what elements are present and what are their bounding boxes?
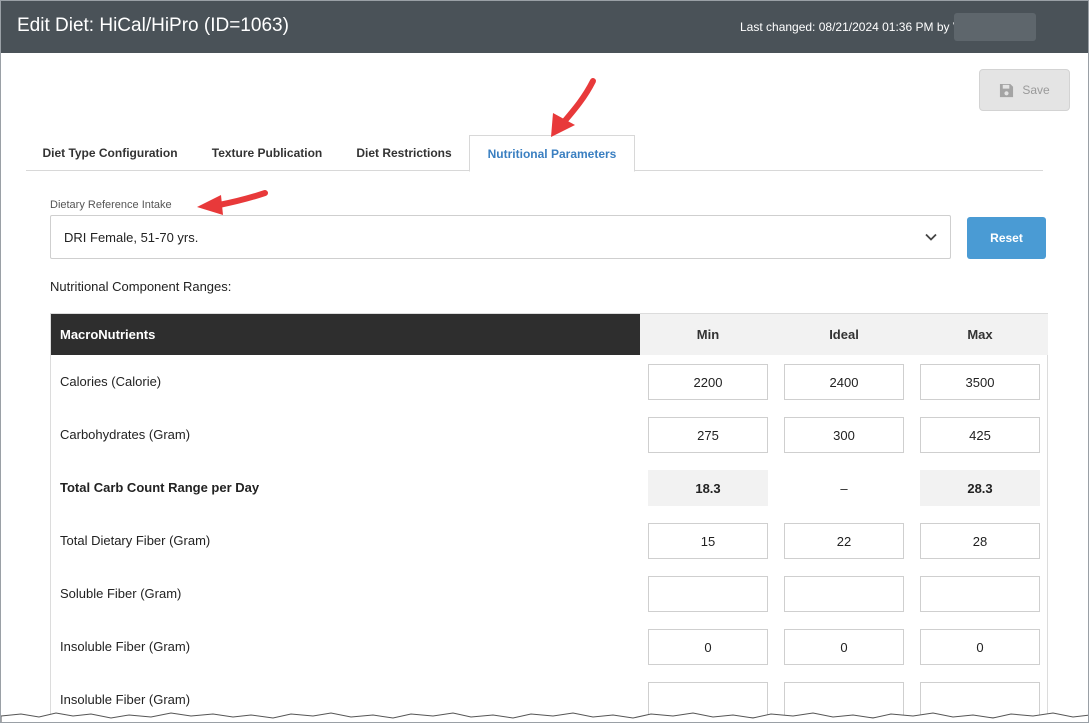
- min-input[interactable]: [648, 576, 768, 612]
- reset-button[interactable]: Reset: [967, 217, 1046, 259]
- column-header-max: Max: [967, 327, 993, 342]
- ranges-heading: Nutritional Component Ranges:: [50, 279, 232, 294]
- table-row: Total Carb Count Range per Day 18.3 – 28…: [51, 461, 1047, 514]
- red-arrow-icon: [551, 78, 596, 137]
- table-row: Total Dietary Fiber (Gram) 15 22 28: [51, 514, 1047, 567]
- column-header-min: Min: [696, 327, 720, 342]
- min-input[interactable]: 275: [648, 417, 768, 453]
- table-column-headers: Min Ideal Max: [640, 314, 1048, 355]
- max-input[interactable]: 3500: [920, 364, 1040, 400]
- tab-label: Texture Publication: [211, 146, 323, 160]
- ideal-input[interactable]: 300: [784, 417, 904, 453]
- tab-bar: Diet Type Configuration Texture Publicat…: [26, 135, 1043, 172]
- table-row: Carbohydrates (Gram) 275 300 425: [51, 408, 1047, 461]
- dri-select[interactable]: DRI Female, 51-70 yrs.: [50, 215, 951, 259]
- min-input[interactable]: 2200: [648, 364, 768, 400]
- row-label: Total Dietary Fiber (Gram): [60, 533, 211, 548]
- row-label: Soluble Fiber (Gram): [60, 586, 182, 601]
- tab-texture-publication[interactable]: Texture Publication: [202, 135, 332, 171]
- page-title: Edit Diet: HiCal/HiPro (ID=1063): [17, 15, 289, 36]
- tab-diet-type-configuration[interactable]: Diet Type Configuration: [26, 135, 194, 171]
- row-label: Carbohydrates (Gram): [60, 427, 191, 442]
- page-header: Edit Diet: HiCal/HiPro (ID=1063) Last ch…: [1, 1, 1088, 53]
- ideal-input[interactable]: 0: [784, 629, 904, 665]
- nutrient-table: MacroNutrients Min Ideal Max Calories (C…: [50, 313, 1048, 722]
- ideal-input[interactable]: [784, 576, 904, 612]
- table-row: Calories (Calorie) 2200 2400 3500: [51, 355, 1047, 408]
- dri-field-label: Dietary Reference Intake: [50, 199, 172, 211]
- row-label: Calories (Calorie): [60, 374, 162, 389]
- redacted-user-name: [954, 13, 1036, 41]
- torn-edge: [1, 712, 1088, 722]
- ideal-input[interactable]: 22: [784, 523, 904, 559]
- save-button-label: Save: [1022, 83, 1050, 97]
- row-label: Insoluble Fiber (Gram): [60, 639, 191, 654]
- max-input[interactable]: [920, 576, 1040, 612]
- row-label: Total Carb Count Range per Day: [60, 480, 260, 495]
- dri-selected-value: DRI Female, 51-70 yrs.: [64, 229, 199, 245]
- tab-label: Diet Type Configuration: [42, 146, 178, 160]
- last-changed-text: Last changed: 08/21/2024 01:36 PM by V: [740, 20, 961, 34]
- tab-diet-restrictions[interactable]: Diet Restrictions: [344, 135, 464, 171]
- red-arrow-icon: [197, 190, 268, 215]
- min-readonly-value: 18.3: [648, 470, 768, 506]
- chevron-down-icon: [925, 233, 937, 241]
- max-input[interactable]: 0: [920, 629, 1040, 665]
- max-input[interactable]: 28: [920, 523, 1040, 559]
- floppy-disk-icon: [1000, 83, 1014, 97]
- column-header-ideal: Ideal: [829, 327, 859, 342]
- tab-label: Diet Restrictions: [356, 146, 452, 160]
- table-row: Insoluble Fiber (Gram) 0 0 0: [51, 620, 1047, 673]
- save-button[interactable]: Save: [979, 69, 1070, 111]
- max-readonly-value: 28.3: [920, 470, 1040, 506]
- reset-button-label: Reset: [990, 231, 1023, 245]
- ideal-input[interactable]: 2400: [784, 364, 904, 400]
- max-input[interactable]: 425: [920, 417, 1040, 453]
- min-input[interactable]: 0: [648, 629, 768, 665]
- min-input[interactable]: 15: [648, 523, 768, 559]
- app-window: Edit Diet: HiCal/HiPro (ID=1063) Last ch…: [0, 0, 1089, 723]
- ideal-readonly-value: –: [840, 480, 848, 496]
- tab-label: Nutritional Parameters: [487, 146, 617, 161]
- table-row: Soluble Fiber (Gram): [51, 567, 1047, 620]
- table-section-header: MacroNutrients: [51, 314, 640, 355]
